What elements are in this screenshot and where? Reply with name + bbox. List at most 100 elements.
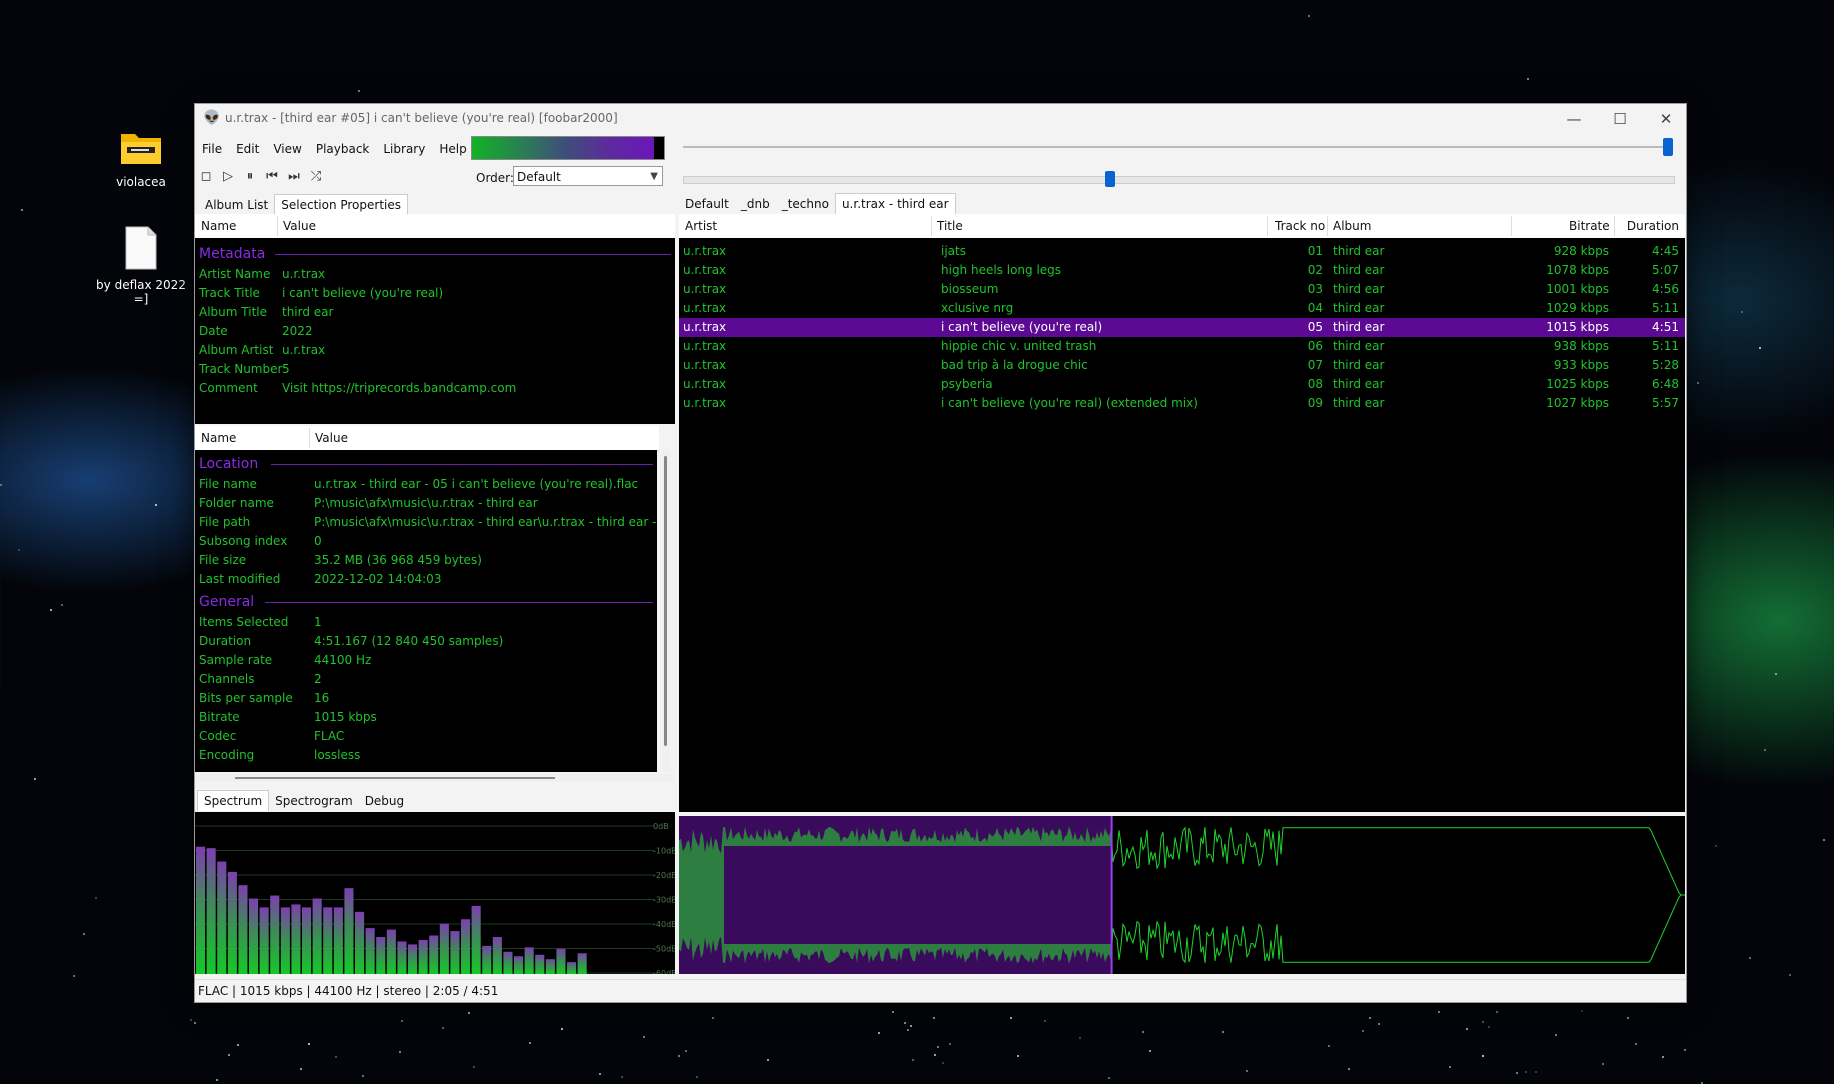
column-separator: [309, 428, 310, 448]
spectrum-chart: 0dB -10dB -20dB -30dB -40dB -50dB -60dB: [195, 822, 675, 974]
tab-debug[interactable]: Debug: [359, 791, 410, 811]
foobar2000-window: 👽 u.r.trax - [third ear #05] i can't bel…: [194, 103, 1687, 1003]
spectrum-bar: [567, 962, 577, 974]
tab-playlist-default[interactable]: Default: [679, 194, 735, 214]
star: [82, 932, 85, 935]
stop-icon[interactable]: ◻: [197, 168, 215, 186]
play-icon[interactable]: ▷: [219, 168, 237, 186]
star: [696, 1076, 699, 1079]
playlist-row[interactable]: u.r.trax ijats 01 third ear 928 kbps 4:45: [679, 242, 1685, 261]
playlist-row[interactable]: u.r.trax psyberia 08 third ear 1025 kbps 6:48: [679, 375, 1685, 394]
cell-track-no: 06: [1307, 339, 1323, 353]
col-name[interactable]: Name: [201, 426, 236, 450]
menu-playback[interactable]: Playback: [309, 136, 377, 162]
scrollbar-thumb[interactable]: [664, 456, 667, 746]
star: [95, 896, 98, 899]
playlist-row[interactable]: u.r.trax hippie chic v. united trash 06 thi…: [679, 337, 1685, 356]
col-track-no[interactable]: Track no: [1275, 214, 1325, 238]
star: [300, 1068, 303, 1071]
star: [620, 1076, 623, 1079]
spectrum-bar: [344, 888, 354, 974]
tab-spectrogram[interactable]: Spectrogram: [269, 791, 359, 811]
property-value: 1: [314, 615, 322, 629]
menu-view[interactable]: View: [266, 136, 308, 162]
cell-album: third ear: [1333, 377, 1385, 391]
volume-bar[interactable]: [471, 136, 665, 160]
cell-duration: 5:11: [1652, 301, 1679, 315]
cell-bitrate: 1001 kbps: [1546, 282, 1609, 296]
metadata-panel[interactable]: Metadata Artist Name u.r.trax Track Title i…: [195, 238, 675, 424]
col-album[interactable]: Album: [1333, 214, 1371, 238]
pause-icon[interactable]: ⏸: [241, 168, 259, 186]
star: [1535, 1071, 1538, 1074]
menu-file[interactable]: File: [195, 136, 229, 162]
star: [1108, 1076, 1111, 1079]
spectrum-bar: [196, 846, 206, 974]
col-value[interactable]: Value: [315, 426, 348, 450]
title-bar[interactable]: 👽 u.r.trax - [third ear #05] i can't bel…: [195, 104, 1686, 134]
col-artist[interactable]: Artist: [685, 214, 717, 238]
tab-selection-properties[interactable]: Selection Properties: [274, 194, 409, 215]
playlist-row-selected[interactable]: u.r.trax i can't believe (you're real) 05 t…: [679, 318, 1685, 337]
star: [357, 89, 360, 92]
random-icon[interactable]: ⤮: [307, 168, 325, 186]
cell-artist: u.r.trax: [683, 263, 727, 277]
tab-spectrum[interactable]: Spectrum: [197, 790, 270, 811]
horizontal-scrollbar[interactable]: [195, 774, 675, 782]
previous-icon[interactable]: ⏮: [263, 168, 281, 186]
star: [1481, 1021, 1484, 1024]
maximize-button[interactable]: ☐: [1597, 104, 1643, 134]
star: [677, 1055, 680, 1058]
scrollbar[interactable]: [662, 450, 670, 772]
col-bitrate[interactable]: Bitrate: [1569, 214, 1610, 238]
menu-edit[interactable]: Edit: [229, 136, 266, 162]
desktop-icon-violacea[interactable]: violacea: [96, 128, 186, 189]
tab-album-list[interactable]: Album List: [199, 195, 274, 215]
property-value: 0: [314, 534, 322, 548]
seek-handle[interactable]: [1105, 171, 1116, 187]
star: [1788, 973, 1791, 976]
waveform-seekbar[interactable]: [679, 816, 1685, 974]
playlist-row[interactable]: u.r.trax biosseum 03 third ear 1001 kbps 4:56: [679, 280, 1685, 299]
star: [1481, 1054, 1484, 1057]
seek-bar[interactable]: [683, 171, 1675, 187]
star: [0, 484, 3, 487]
property-value: P:\music\afx\music\u.r.trax - third ear\…: [314, 515, 657, 529]
scrollbar-thumb[interactable]: [235, 777, 555, 779]
menu-help[interactable]: Help: [432, 136, 473, 162]
col-title[interactable]: Title: [937, 214, 963, 238]
tab-playlist-techno[interactable]: _techno: [776, 194, 835, 214]
star: [1495, 1011, 1498, 1014]
order-dropdown[interactable]: Default ▼: [513, 166, 663, 186]
close-button[interactable]: ✕: [1643, 104, 1689, 134]
spectrum-bar: [365, 928, 375, 974]
cell-album: third ear: [1333, 301, 1385, 315]
star: [17, 549, 20, 552]
minimize-button[interactable]: —: [1551, 104, 1597, 134]
property-name: Track Title: [199, 286, 260, 300]
playlist-row[interactable]: u.r.trax high heels long legs 02 third ear 1…: [679, 261, 1685, 280]
playlist-panel[interactable]: u.r.trax ijats 01 third ear 928 kbps 4:45 u.r.…: [679, 238, 1685, 812]
col-name[interactable]: Name: [201, 214, 236, 238]
cell-artist: u.r.trax: [683, 358, 727, 372]
menu-library[interactable]: Library: [376, 136, 432, 162]
star: [891, 1010, 894, 1013]
star: [560, 1027, 563, 1030]
star: [472, 1065, 475, 1068]
tab-playlist-dnb[interactable]: _dnb: [735, 194, 776, 214]
col-value[interactable]: Value: [283, 214, 316, 238]
cell-album: third ear: [1333, 320, 1385, 334]
tab-playlist-third-ear[interactable]: u.r.trax - third ear: [834, 193, 956, 214]
col-duration[interactable]: Duration: [1619, 214, 1679, 238]
desktop-icon-file[interactable]: by deflax 2022 =]: [96, 225, 186, 306]
volume-slider-track[interactable]: [683, 138, 1673, 156]
playlist-row[interactable]: u.r.trax bad trip à la drogue chic 07 third…: [679, 356, 1685, 375]
property-value: 4:51.167 (12 840 450 samples): [314, 634, 504, 648]
cell-duration: 5:28: [1652, 358, 1679, 372]
playlist-row[interactable]: u.r.trax xclusive nrg 04 third ear 1029 kbps…: [679, 299, 1685, 318]
folder-icon: [121, 134, 161, 164]
volume-slider-handle[interactable]: [1663, 138, 1673, 156]
playlist-row[interactable]: u.r.trax i can't believe (you're real) (e…: [679, 394, 1685, 413]
file-info-panel[interactable]: Location File name u.r.trax - third ear -…: [195, 450, 657, 772]
next-icon[interactable]: ⏭: [285, 168, 303, 186]
